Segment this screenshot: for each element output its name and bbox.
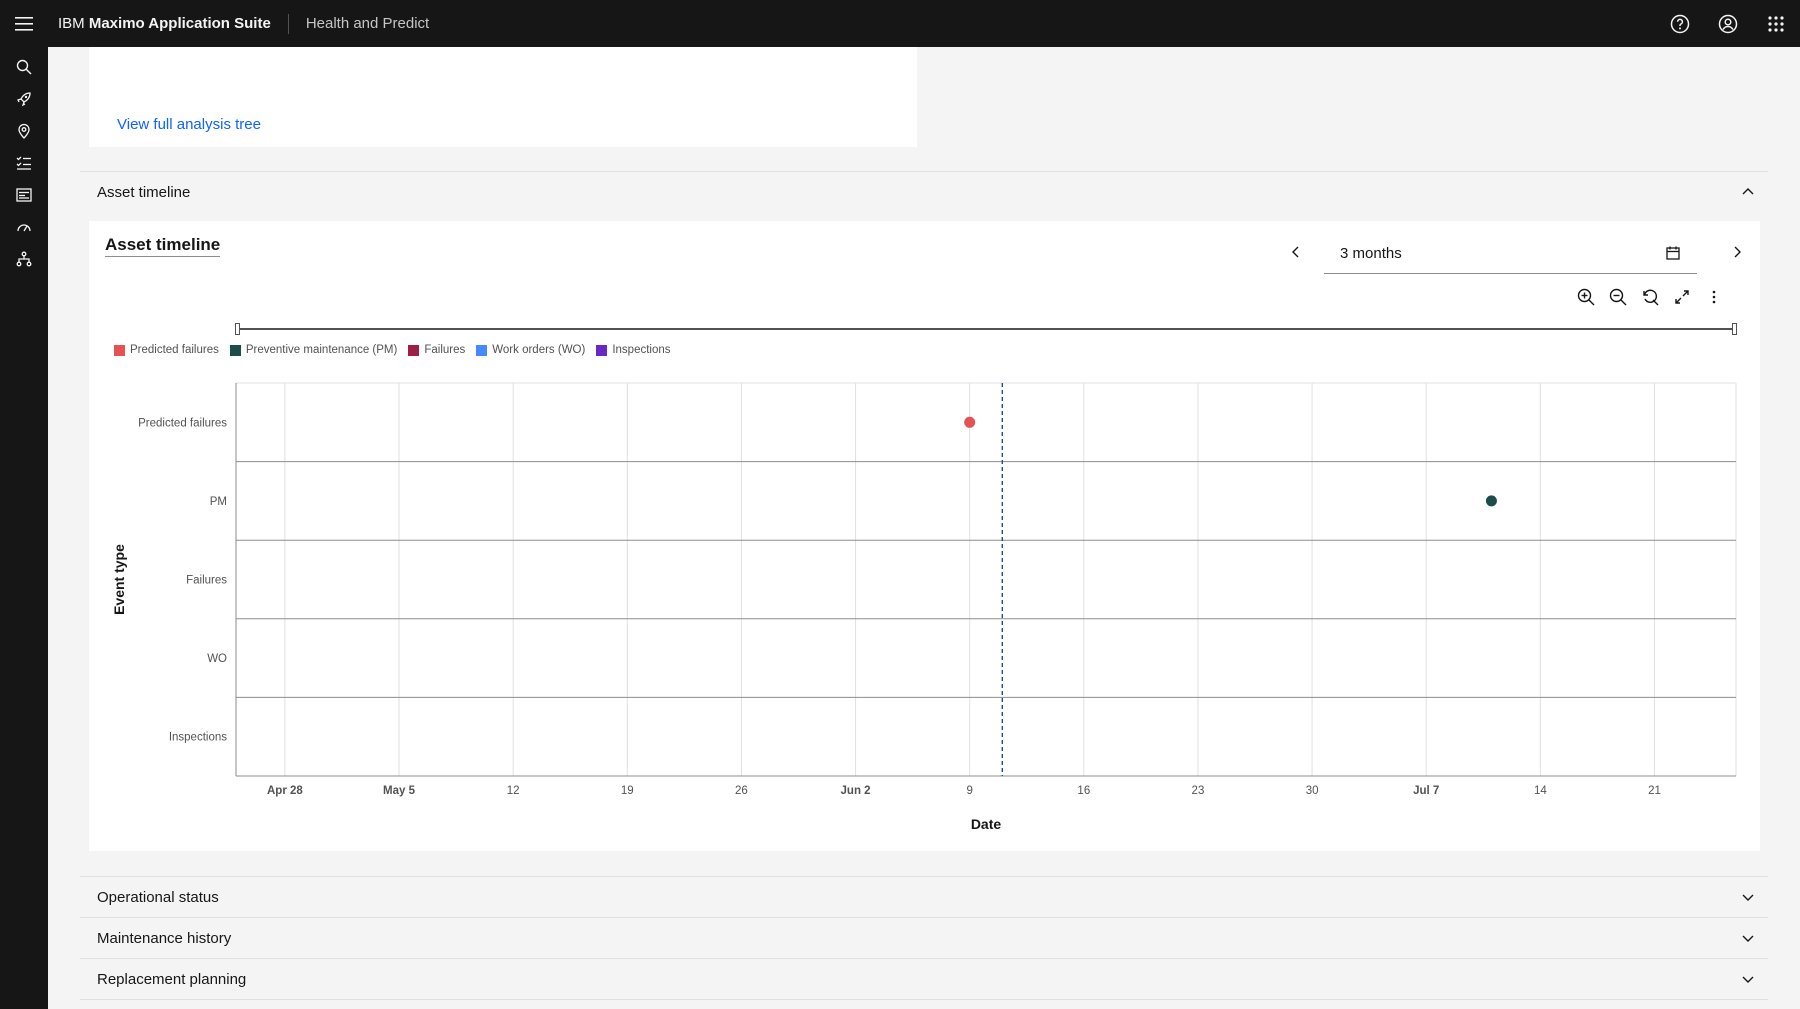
- x-tick-label: 12: [507, 785, 520, 797]
- gauge-icon[interactable]: [0, 211, 48, 243]
- y-category-label: Predicted failures: [138, 417, 227, 429]
- x-tick-label: Jun 2: [841, 785, 871, 797]
- top-header: IBM Maximo Application Suite Health and …: [0, 0, 1800, 47]
- app-name: Health and Predict: [305, 15, 430, 32]
- rocket-icon[interactable]: [0, 83, 48, 115]
- search-icon[interactable]: [0, 51, 48, 83]
- accordion-asset-timeline-label: Asset timeline: [97, 184, 191, 201]
- hierarchy-icon[interactable]: [0, 243, 48, 275]
- dashboard-icon[interactable]: [0, 179, 48, 211]
- chevron-down-icon: [1742, 976, 1754, 983]
- product-brand[interactable]: IBM Maximo Application Suite: [48, 13, 289, 34]
- x-tick-label: 9: [966, 785, 972, 797]
- x-tick-label: 30: [1306, 785, 1319, 797]
- app-switcher-icon[interactable]: [1752, 0, 1800, 47]
- x-tick-label: May 5: [383, 785, 416, 797]
- y-axis-title: Event type: [111, 544, 127, 615]
- menu-icon[interactable]: [0, 0, 48, 47]
- analysis-card: View full analysis tree: [89, 47, 917, 147]
- chevron-up-icon: [1742, 188, 1754, 195]
- x-axis-title: Date: [971, 816, 1002, 832]
- checklist-icon[interactable]: [0, 147, 48, 179]
- x-tick-label: 21: [1648, 785, 1661, 797]
- x-tick-label: Apr 28: [267, 785, 303, 797]
- x-tick-label: 19: [621, 785, 634, 797]
- accordion-operational-status-label: Operational status: [97, 889, 219, 906]
- side-nav: [0, 47, 48, 1009]
- accordion-replacement-planning[interactable]: Replacement planning: [80, 958, 1768, 1000]
- x-tick-label: 26: [735, 785, 748, 797]
- x-tick-label: 23: [1192, 785, 1205, 797]
- y-category-label: Inspections: [169, 732, 227, 744]
- y-category-label: PM: [210, 496, 227, 508]
- user-avatar-icon[interactable]: [1704, 0, 1752, 47]
- timeline-chart: Apr 28 May 5 12 19 26 Jun 2 9 16 23 30 Jul 7 14 21 Pr…: [111, 382, 1737, 832]
- x-tick-label: 16: [1077, 785, 1090, 797]
- asset-timeline-card: Asset timeline 3 months Predicted failur…: [89, 221, 1760, 851]
- x-tick-label: Jul 7: [1413, 785, 1439, 797]
- chevron-down-icon: [1742, 894, 1754, 901]
- accordion-maintenance-history-label: Maintenance history: [97, 930, 232, 947]
- chevron-down-icon: [1742, 935, 1754, 942]
- accordion-replacement-planning-label: Replacement planning: [97, 970, 247, 988]
- accordion-asset-timeline[interactable]: Asset timeline: [80, 171, 1768, 213]
- accordion-maintenance-history[interactable]: Maintenance history: [80, 917, 1768, 959]
- event-point: [964, 416, 976, 428]
- brand-prefix: IBM: [58, 14, 85, 32]
- y-category-label: Failures: [186, 575, 227, 587]
- location-icon[interactable]: [0, 115, 48, 147]
- view-analysis-tree-link[interactable]: View full analysis tree: [117, 116, 261, 133]
- x-tick-label: 14: [1534, 785, 1547, 797]
- help-icon[interactable]: [1656, 0, 1704, 47]
- brand-name: Maximo Application Suite: [88, 14, 271, 32]
- y-category-label: WO: [207, 653, 227, 665]
- event-point: [1485, 495, 1497, 507]
- accordion-operational-status[interactable]: Operational status: [80, 876, 1768, 918]
